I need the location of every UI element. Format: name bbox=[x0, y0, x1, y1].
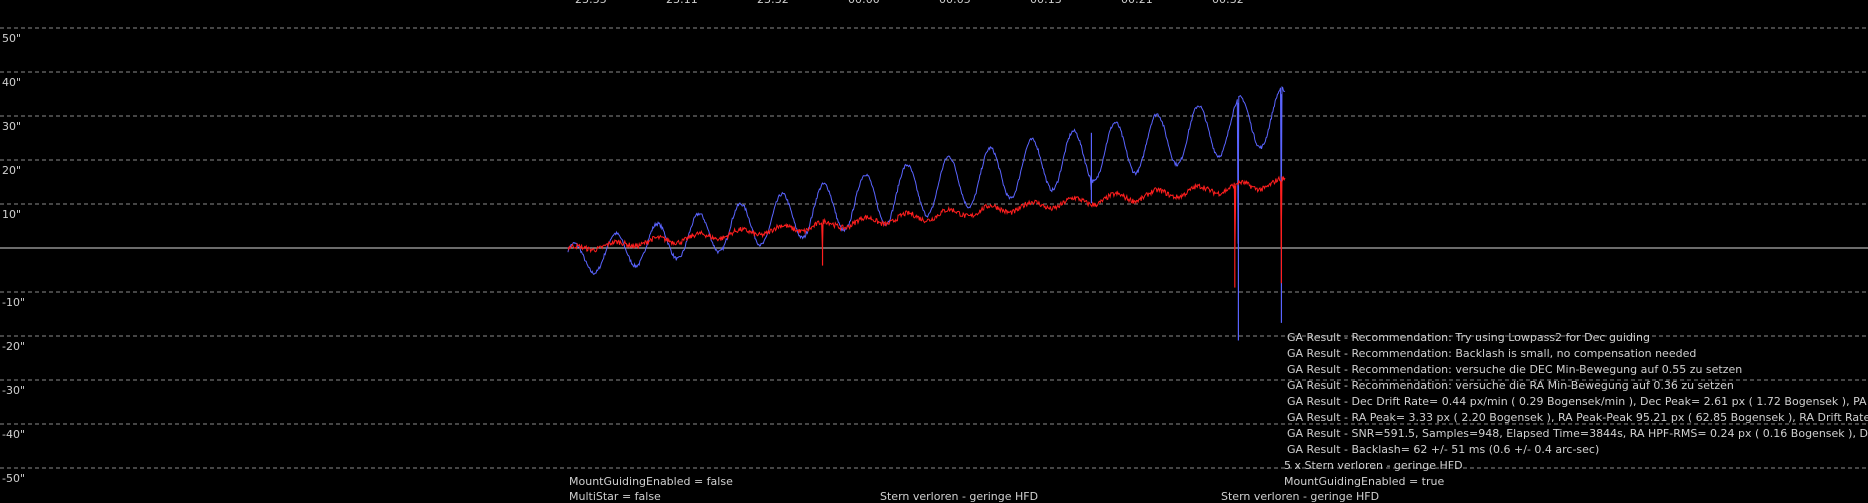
series-layer bbox=[567, 86, 1286, 341]
y-tick-label: -20" bbox=[2, 340, 25, 353]
ga-result-line-7: GA Result - SNR=591.5, Samples=948, Elap… bbox=[1287, 427, 1868, 440]
x-tick-label: 23:11 bbox=[666, 0, 698, 6]
ga-result-line-2: GA Result - Recommendation: Backlash is … bbox=[1287, 347, 1696, 360]
x-tick-label: 23:55 bbox=[575, 0, 607, 6]
ga-result-line-4: GA Result - Recommendation: versuche die… bbox=[1287, 379, 1734, 392]
dec-series-line bbox=[567, 86, 1286, 275]
x-tick-label: 00:05 bbox=[939, 0, 971, 6]
x-tick-label: 00:00 bbox=[848, 0, 880, 6]
star-lost-mid: Stern verloren - geringe HFD bbox=[880, 490, 1038, 503]
y-axis-ticks: 50" 40" 30" 20" 10" -10" -20" -30" -40" -50" bbox=[2, 32, 25, 485]
star-lost-count: 5 x Stern verloren - geringe HFD bbox=[1284, 459, 1463, 472]
star-lost-right: Stern verloren - geringe HFD bbox=[1221, 490, 1379, 503]
y-tick-label: 10" bbox=[2, 208, 21, 221]
ga-result-line-8: GA Result - Backlash= 62 +/- 51 ms (0.6 … bbox=[1287, 443, 1599, 456]
x-tick-label: 00:21 bbox=[1121, 0, 1153, 6]
x-tick-label: 23:32 bbox=[757, 0, 789, 6]
y-tick-label: 40" bbox=[2, 76, 21, 89]
mount-guiding-right: MountGuidingEnabled = true bbox=[1284, 475, 1444, 488]
annotation-layer: GA Result - Recommendation: Try using Lo… bbox=[569, 331, 1868, 503]
ga-result-line-1: GA Result - Recommendation: Try using Lo… bbox=[1287, 331, 1650, 344]
mount-guiding-left: MountGuidingEnabled = false bbox=[569, 475, 733, 488]
y-tick-label: 20" bbox=[2, 164, 21, 177]
ga-result-line-3: GA Result - Recommendation: versuche die… bbox=[1287, 363, 1742, 376]
ra-series-line bbox=[567, 175, 1286, 254]
y-tick-label: -50" bbox=[2, 472, 25, 485]
y-tick-label: 30" bbox=[2, 120, 21, 133]
x-tick-label: 00:13 bbox=[1030, 0, 1062, 6]
y-tick-label: -30" bbox=[2, 384, 25, 397]
y-tick-label: -40" bbox=[2, 428, 25, 441]
y-tick-label: 50" bbox=[2, 32, 21, 45]
x-tick-label: 00:32 bbox=[1212, 0, 1244, 6]
x-axis-ticks: 23:55 23:11 23:32 00:00 00:05 00:13 00:21 00:32 bbox=[575, 0, 1244, 6]
multistar-left: MultiStar = false bbox=[569, 490, 661, 503]
guiding-graph: 50" 40" 30" 20" 10" -10" -20" -30" -40" -50" 23:5… bbox=[0, 0, 1868, 503]
ga-result-line-6: GA Result - RA Peak= 3.33 px ( 2.20 Boge… bbox=[1287, 411, 1868, 424]
ga-result-line-5: GA Result - Dec Drift Rate= 0.44 px/min … bbox=[1287, 395, 1868, 408]
y-tick-label: -10" bbox=[2, 296, 25, 309]
